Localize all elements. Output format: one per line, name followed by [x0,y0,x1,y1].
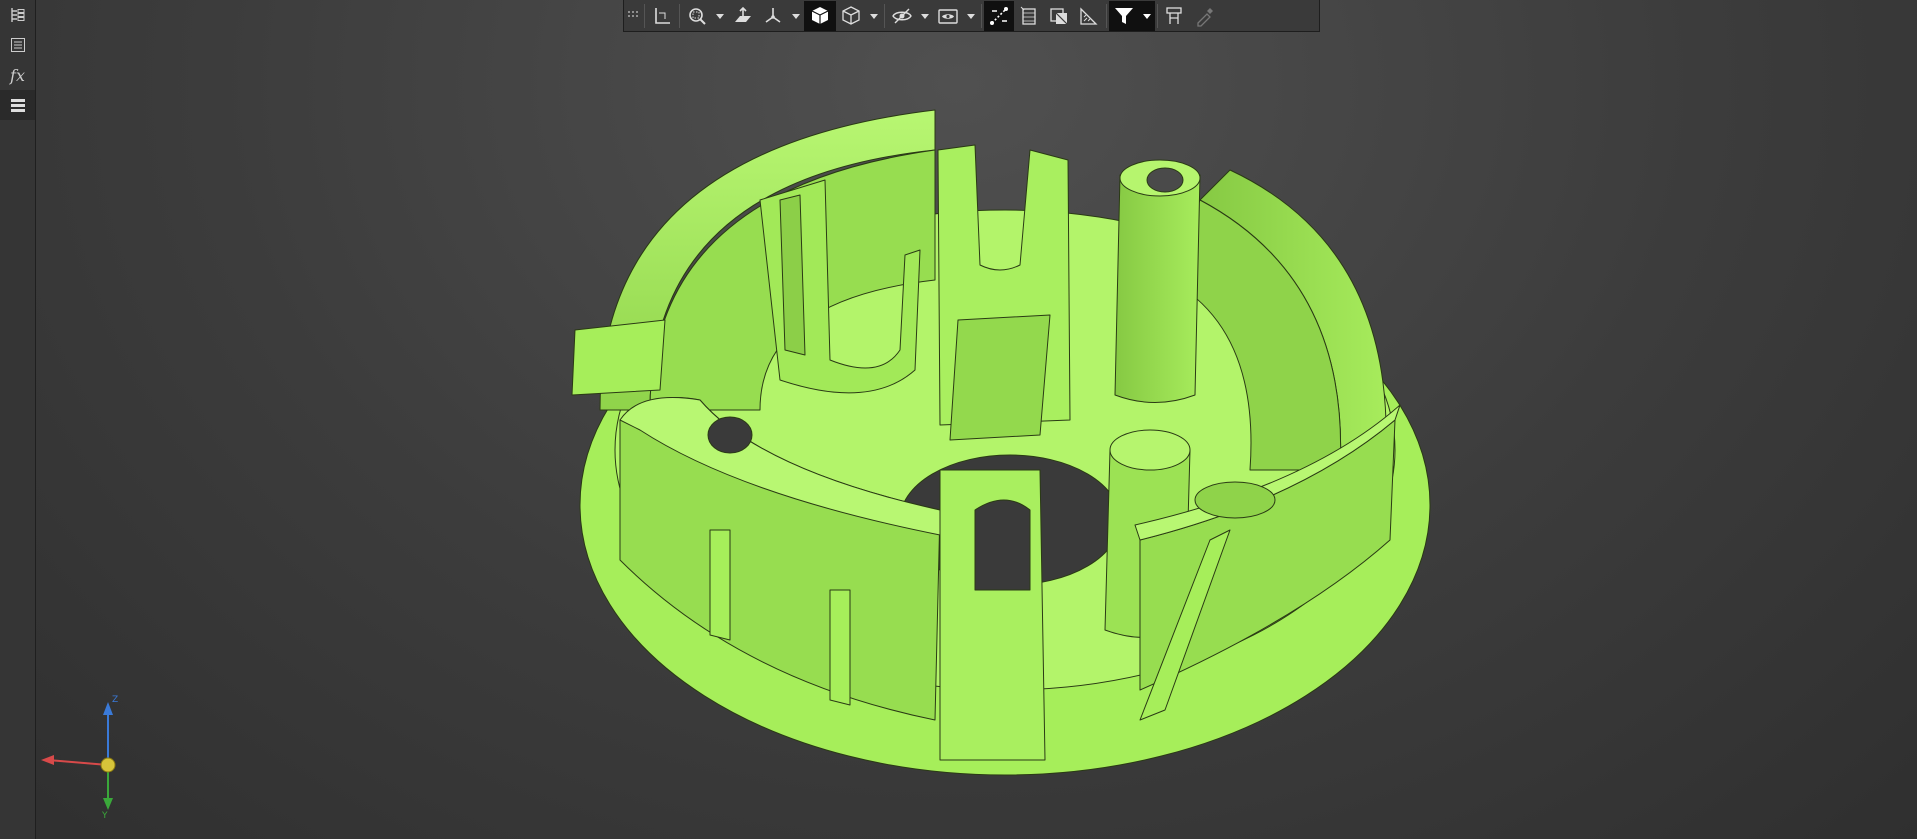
triad-origin [100,757,116,773]
properties-button[interactable] [0,30,35,60]
formula-button[interactable]: fx [0,60,35,90]
feature-tree-button[interactable] [0,0,35,30]
y-axis-label: Y [101,811,108,820]
layers-icon [10,99,25,112]
property-sheet-icon [10,38,25,52]
layers-button[interactable] [0,90,35,120]
axis-triad: Z Y [41,695,118,820]
fx-icon: fx [10,65,25,85]
left-small-hole [707,416,753,454]
rib [829,589,851,706]
x-axis-arrow [41,755,54,765]
z-axis-label: Z [112,695,118,705]
right-tube [1114,167,1201,403]
right-recess [1194,481,1276,519]
front-slot [974,499,1031,591]
center-pocket [949,314,1051,441]
left-tab [571,319,666,396]
tree-list-icon [10,8,24,22]
side-panel: fx [0,0,36,839]
x-axis [47,759,109,766]
y-axis-arrow [103,798,113,810]
rib [709,529,731,641]
right-tube-bore [1146,167,1184,193]
front-right-tube-top [1109,429,1191,471]
